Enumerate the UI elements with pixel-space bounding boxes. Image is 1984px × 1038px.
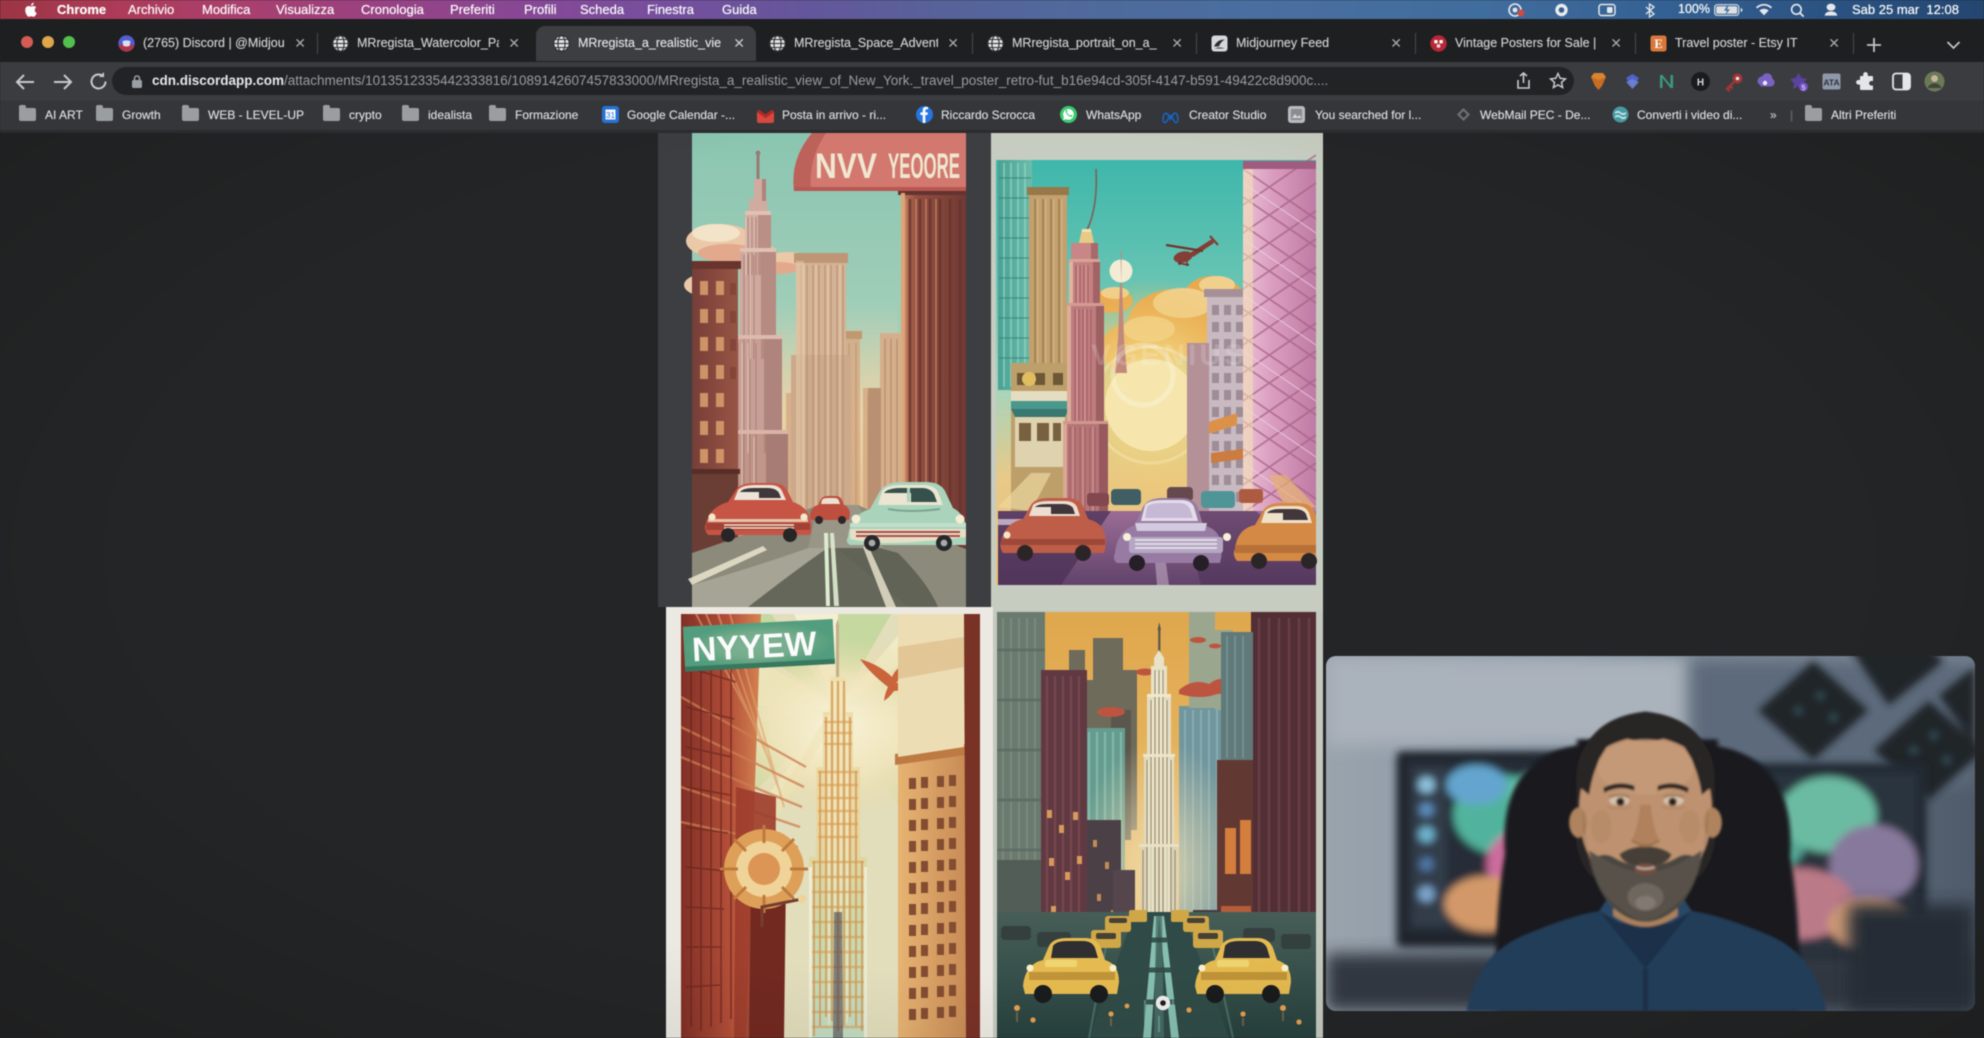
svg-text:ATA: ATA [1823, 78, 1839, 88]
svg-text:E: E [1654, 37, 1662, 51]
svg-text:H: H [1697, 78, 1704, 89]
svg-text:5: 5 [1802, 85, 1806, 92]
svg-text:31: 31 [606, 111, 615, 120]
